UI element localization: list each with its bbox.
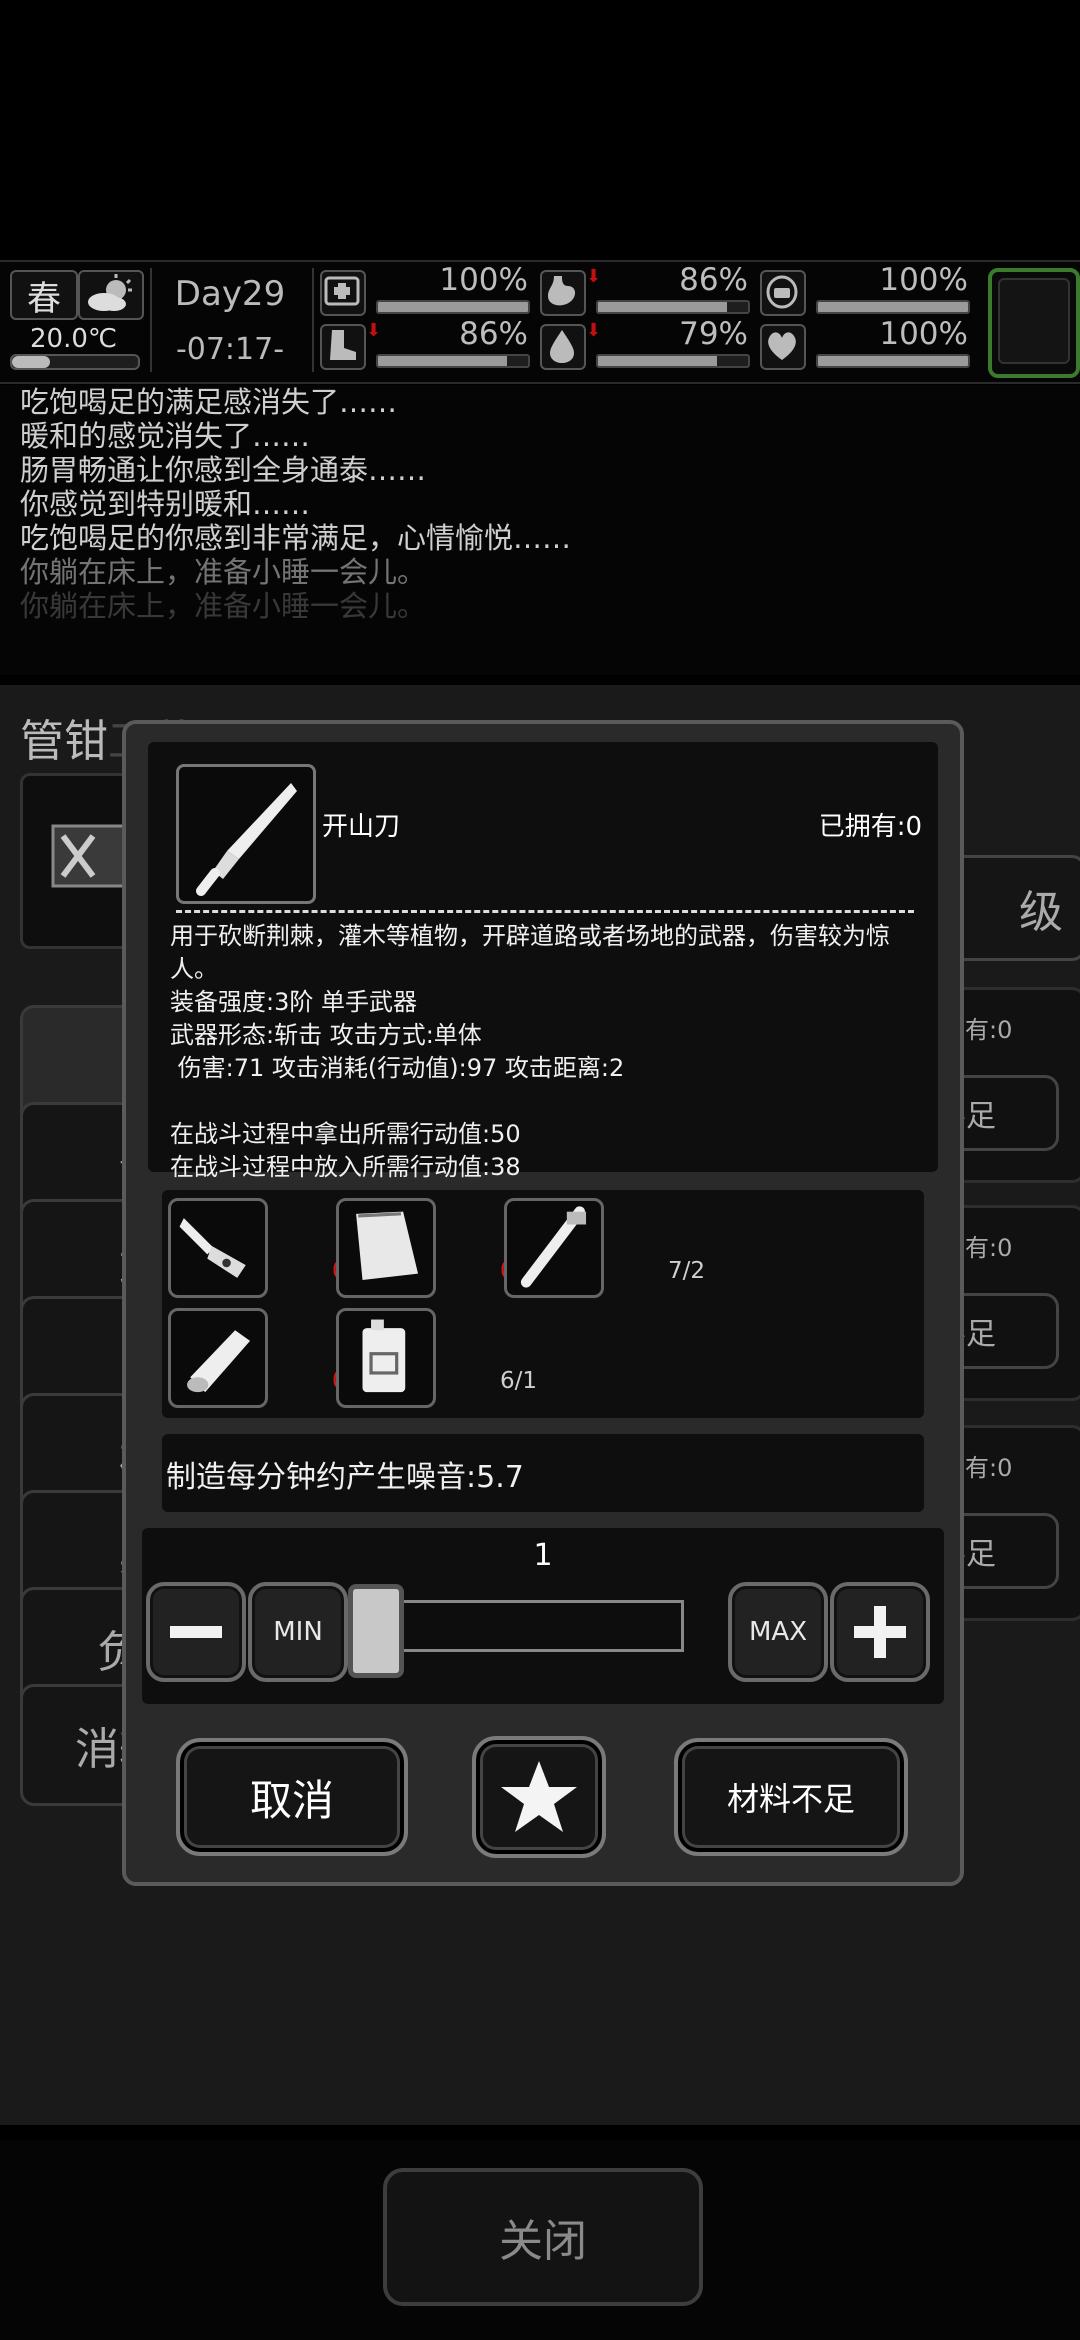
decrease-arrow-icon: ⬇ <box>586 320 602 341</box>
stat-bar <box>376 300 530 314</box>
folding-knife-icon[interactable] <box>168 1198 268 1298</box>
item-description: 用于砍断荆棘，灌木等植物，开辟道路或者场地的武器，伤害较为惊人。 装备强度:3阶… <box>170 922 890 1181</box>
stat-bar <box>816 354 970 368</box>
stat-bladder: 100% <box>760 262 974 318</box>
plus-icon <box>854 1606 906 1658</box>
stat-bar <box>816 300 970 314</box>
noise-text: 制造每分钟约产生噪音:5.7 <box>166 1460 524 1495</box>
materials-box: 0/10/57/20/16/1 <box>162 1190 924 1418</box>
craft-dialog: 开山刀 已拥有:0 用于砍断荆棘，灌木等植物，开辟道路或者场地的武器，伤害较为惊… <box>122 720 964 1886</box>
upgrade-button[interactable]: 级 <box>950 855 1080 961</box>
owned-count: 已拥有:0 <box>818 812 922 842</box>
log-line: 暖和的感觉消失了…… <box>20 419 311 453</box>
boot-icon <box>320 324 366 370</box>
bladder-icon <box>760 270 806 316</box>
stat-boot: ⬇ 86% <box>320 316 534 372</box>
decrease-button[interactable] <box>146 1582 246 1682</box>
noise-box: 制造每分钟约产生噪音:5.7 <box>162 1434 924 1512</box>
machete-icon <box>176 764 316 904</box>
weather-sun-cloud-icon <box>78 270 144 320</box>
material-count: 6/1 <box>500 1368 538 1394</box>
min-button[interactable]: MIN <box>248 1582 348 1682</box>
stat-medkit: 100% <box>320 262 534 318</box>
menu-button[interactable] <box>988 268 1080 378</box>
status-hud: 春 20.0℃ Day29 -07:17- 100% ⬇ 86% 100% ⬇ 86% ⬇ 7… <box>0 260 1080 384</box>
stat-value: 86% <box>459 316 528 352</box>
clock: -07:17- <box>175 332 285 367</box>
increase-button[interactable] <box>830 1582 930 1682</box>
stat-value: 100% <box>439 262 528 298</box>
fabric-roll-icon[interactable] <box>168 1308 268 1408</box>
item-name: 开山刀 <box>322 812 401 842</box>
log-line: 吃饱喝足的你感到非常满足，心情愉悦…… <box>20 521 572 555</box>
star-icon <box>501 1761 577 1832</box>
stat-bar <box>596 300 750 314</box>
stat-value: 100% <box>879 262 968 298</box>
stat-value: 79% <box>679 316 748 352</box>
log-line: 肠胃畅通让你感到全身通泰…… <box>20 453 427 487</box>
stat-heart: 100% <box>760 316 974 372</box>
quantity-box: 1 MIN MAX <box>142 1528 944 1704</box>
stat-bar <box>596 354 750 368</box>
stat-stomach: ⬇ 86% <box>540 262 754 318</box>
temperature-readout: 20.0℃ <box>30 324 118 354</box>
minus-icon <box>170 1626 222 1638</box>
temperature-bar <box>10 354 140 370</box>
favorite-button[interactable] <box>472 1736 606 1858</box>
day-counter: Day29 <box>174 274 286 314</box>
message-log: 吃饱喝足的满足感消失了…… 暖和的感觉消失了…… 肠胃畅通让你感到全身通泰…… 你感觉… <box>0 385 1080 675</box>
slider-handle[interactable] <box>348 1584 404 1678</box>
season-badge: 春 <box>10 270 78 320</box>
cancel-button[interactable]: 取消 <box>176 1738 408 1856</box>
stat-value: 100% <box>879 316 968 352</box>
jerry-can-icon[interactable] <box>336 1308 436 1408</box>
heart-icon <box>760 324 806 370</box>
log-line: 你躺在床上，准备小睡一会儿。 <box>20 589 427 623</box>
stat-value: 86% <box>679 262 748 298</box>
log-line: 吃饱喝足的满足感消失了…… <box>20 385 398 419</box>
divider <box>176 910 914 913</box>
cloth-pouch-icon[interactable] <box>336 1198 436 1298</box>
quantity-value: 1 <box>533 1538 553 1573</box>
stat-bar <box>376 354 530 368</box>
medkit-icon <box>320 270 366 316</box>
water-drop-icon <box>540 324 586 370</box>
stomach-icon <box>540 270 586 316</box>
craft-button[interactable]: 材料不足 <box>674 1738 908 1856</box>
material-count: 7/2 <box>668 1258 706 1284</box>
item-info-box: 开山刀 已拥有:0 用于砍断荆棘，灌木等植物，开辟道路或者场地的武器，伤害较为惊… <box>148 742 938 1181</box>
stat-water-drop: ⬇ 79% <box>540 316 754 372</box>
decrease-arrow-icon: ⬇ <box>586 266 602 287</box>
log-line: 你感觉到特别暖和…… <box>20 487 311 521</box>
metal-pipe-icon[interactable] <box>504 1198 604 1298</box>
decrease-arrow-icon: ⬇ <box>366 320 382 341</box>
max-button[interactable]: MAX <box>728 1582 828 1682</box>
log-line: 你躺在床上，准备小睡一会儿。 <box>20 555 427 589</box>
close-button[interactable]: 关闭 <box>383 2168 703 2306</box>
